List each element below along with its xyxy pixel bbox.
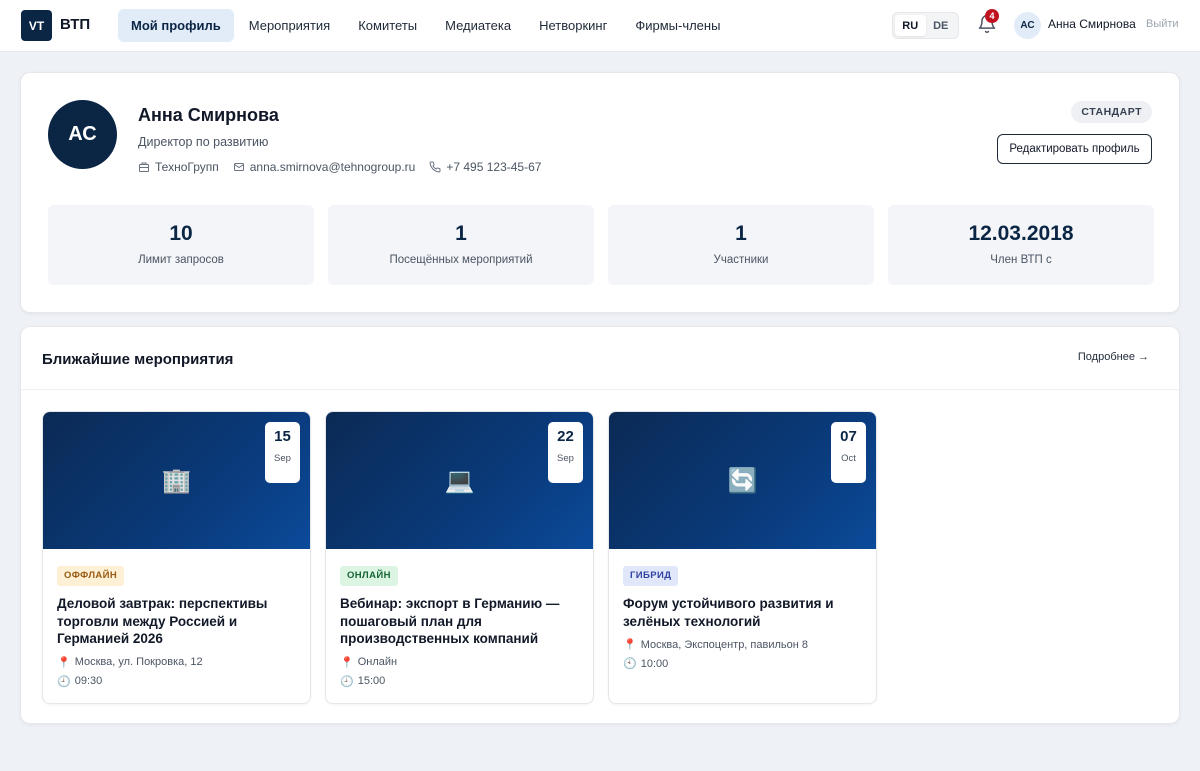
phone-icon [429,161,441,173]
stat-member-since: 12.03.2018 Член ВТП с [888,205,1154,285]
nav-item-events[interactable]: Мероприятия [236,9,344,42]
stat-events-attended: 1 Посещённых мероприятий [328,205,594,285]
mail-icon [233,163,244,171]
stat-request-limit: 10 Лимит запросов [48,205,314,285]
event-time: 🕘 09:30 [57,675,296,688]
profile-contact-meta: ТехноГрупп anna.smirnova@tehnogroup.ru +… [138,160,555,174]
profile-avatar: АС [48,100,117,169]
stat-label: Член ВТП с [990,254,1052,266]
event-day: 22 [557,428,574,445]
refresh-icon: 🔄 [727,467,758,494]
profile-email[interactable]: anna.smirnova@tehnogroup.ru [233,160,416,174]
membership-tier-badge: СТАНДАРТ [1071,101,1152,123]
stat-value: 12.03.2018 [968,222,1074,245]
upcoming-events-card: Ближайшие мероприятия Подробнее → 🏢 15 S… [20,326,1180,724]
main-nav: Мой профиль Мероприятия Комитеты Медиате… [118,9,735,42]
event-title[interactable]: Вебинар: экспорт в Германию — пошаговый … [340,595,579,648]
stat-value: 1 [735,222,747,245]
event-time-text: 09:30 [74,675,103,687]
event-location: 📍 Москва, Экспоцентр, павильон 8 [623,638,862,652]
logout-link[interactable]: Выйти [1146,18,1179,30]
clock-icon: 🕙 [623,658,637,670]
nav-item-profile[interactable]: Мой профиль [118,9,234,42]
profile-phone-text: +7 495 123-45-67 [446,160,542,174]
event-time-text: 10:00 [640,657,669,670]
language-switcher: RU DE [892,12,959,39]
profile-phone[interactable]: +7 495 123-45-67 [429,160,541,174]
event-time-text: 15:00 [357,675,386,687]
event-card[interactable]: 🏢 15 Sep ОФФЛАЙН Деловой завтрак: перспе… [42,411,311,704]
event-title[interactable]: Форум устойчивого развития и зелёных тех… [623,595,862,630]
clock-icon: 🕘 [340,675,354,688]
profile-company-text: ТехноГрупп [155,160,219,174]
events-more-link[interactable]: Подробнее → [1078,351,1149,363]
event-month: Sep [557,453,574,464]
event-month: Sep [274,453,291,464]
section-divider [21,389,1179,390]
event-date-box: 07 Oct [831,422,866,483]
events-list: 🏢 15 Sep ОФФЛАЙН Деловой завтрак: перспе… [42,411,891,704]
stat-label: Лимит запросов [138,254,224,266]
nav-item-media[interactable]: Медиатека [432,9,524,42]
stat-label: Посещённых мероприятий [389,254,533,266]
nav-item-member-firms[interactable]: Фирмы-члены [622,9,733,42]
profile-email-text: anna.smirnova@tehnogroup.ru [249,160,416,174]
event-time: 🕘 15:00 [340,675,579,688]
event-image: 🏢 15 Sep [43,412,310,549]
office-building-icon: 🏢 [161,467,192,494]
brand-name[interactable]: ВТП [60,16,90,33]
pin-icon: 📍 [340,656,354,669]
event-title[interactable]: Деловой завтрак: перспективы торговли ме… [57,595,296,648]
profile-role: Директор по развитию [138,135,269,149]
event-month: Oct [841,453,856,464]
stat-value: 1 [455,222,467,245]
event-card[interactable]: 🔄 07 Oct ГИБРИД Форум устойчивого развит… [608,411,877,704]
event-location: 📍 Москва, ул. Покровка, 12 [57,656,296,669]
pin-icon: 📍 [57,656,71,669]
brand-logo[interactable]: VT [21,10,52,41]
nav-item-networking[interactable]: Нетворкинг [526,9,620,42]
building-icon [139,162,149,172]
lang-ru-button[interactable]: RU [895,15,926,36]
profile-stats: 10 Лимит запросов 1 Посещённых мероприят… [48,205,1154,285]
nav-item-committees[interactable]: Комитеты [345,9,430,42]
pin-icon: 📍 [623,639,637,651]
profile-name: Анна Смирнова [138,105,279,125]
header-avatar[interactable]: АС [1014,12,1041,39]
event-card[interactable]: 💻 22 Sep ОНЛАЙН Вебинар: экспорт в Герма… [325,411,594,704]
profile-company: ТехноГрупп [138,160,219,174]
event-location: 📍 Онлайн [340,656,579,669]
event-image: 🔄 07 Oct [609,412,876,549]
edit-profile-button[interactable]: Редактировать профиль [997,134,1152,164]
event-location-text: Москва, Экспоцентр, павильон 8 [640,638,809,651]
laptop-icon: 💻 [444,467,475,494]
lang-de-button[interactable]: DE [926,15,957,36]
event-location-text: Москва, ул. Покровка, 12 [74,656,203,668]
event-format-badge: ОНЛАЙН [340,566,398,586]
profile-card: АС Анна Смирнова Директор по развитию Те… [20,72,1180,313]
event-date-box: 22 Sep [548,422,583,483]
event-day: 07 [840,428,857,445]
event-day: 15 [274,428,291,445]
stat-value: 10 [169,222,193,245]
header-user-name[interactable]: Анна Смирнова [1048,17,1136,31]
event-format-badge: ГИБРИД [623,566,679,586]
notification-count-badge: 4 [985,9,999,23]
event-date-box: 15 Sep [265,422,300,483]
event-time: 🕙 10:00 [623,657,862,671]
stat-participants: 1 Участники [608,205,874,285]
clock-icon: 🕘 [57,675,71,688]
event-location-text: Онлайн [357,656,398,668]
event-image: 💻 22 Sep [326,412,593,549]
top-navigation-bar: VT ВТП Мой профиль Мероприятия Комитеты … [0,0,1200,52]
event-format-badge: ОФФЛАЙН [57,566,125,586]
stat-label: Участники [713,254,769,266]
events-section-title: Ближайшие мероприятия [42,351,234,368]
